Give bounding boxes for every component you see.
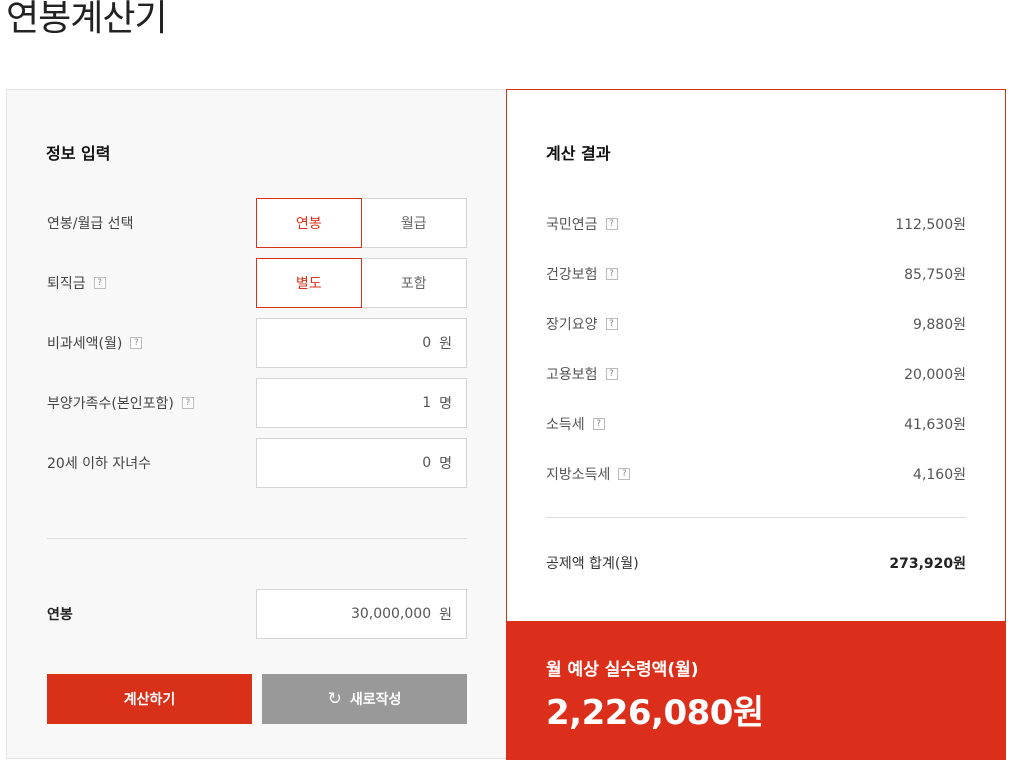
result-row-income-tax: 소득세? 41,630원 bbox=[546, 409, 966, 439]
severance-separate-button[interactable]: 별도 bbox=[256, 258, 362, 308]
deduction-total-amount: 273,920원 bbox=[889, 556, 966, 572]
help-icon[interactable]: ? bbox=[605, 368, 618, 380]
result-section-title: 계산 결과 bbox=[546, 144, 611, 163]
help-icon[interactable]: ? bbox=[592, 418, 605, 430]
dependents-unit: 명 bbox=[439, 396, 452, 412]
nontaxable-value: 0 bbox=[422, 335, 432, 351]
children-value: 0 bbox=[422, 455, 432, 471]
deduction-total-row: 공제액 합계(월) 273,920원 bbox=[546, 548, 966, 578]
annual-salary-unit: 원 bbox=[439, 607, 452, 623]
result-amount: 41,630원 bbox=[904, 417, 966, 433]
annual-salary-input[interactable]: 30,000,000 원 bbox=[256, 589, 467, 639]
dependents-value: 1 bbox=[422, 395, 432, 411]
result-label: 지방소득세 bbox=[546, 467, 611, 483]
result-label: 소득세 bbox=[546, 417, 585, 433]
page-title: 연봉계산기 bbox=[6, 0, 168, 39]
help-icon[interactable]: ? bbox=[605, 268, 618, 280]
help-icon[interactable]: ? bbox=[93, 277, 106, 289]
nontaxable-label: 비과세액(월) ? bbox=[47, 318, 143, 368]
help-icon[interactable]: ? bbox=[618, 468, 631, 480]
dependents-input[interactable]: 1 명 bbox=[256, 378, 467, 428]
result-row-employment: 고용보험? 20,000원 bbox=[546, 359, 966, 389]
children-label: 20세 이하 자녀수 bbox=[47, 456, 151, 472]
nontaxable-unit: 원 bbox=[439, 336, 452, 352]
reset-button-label: 새로작성 bbox=[349, 691, 402, 707]
result-amount: 112,500원 bbox=[895, 217, 966, 233]
refresh-icon: ↻ bbox=[327, 689, 342, 708]
result-row-health: 건강보험? 85,750원 bbox=[546, 259, 966, 289]
annual-salary-label: 연봉 bbox=[47, 607, 73, 623]
result-label: 건강보험 bbox=[546, 267, 598, 283]
result-panel: 계산 결과 국민연금? 112,500원 건강보험? 85,750원 장기요양?… bbox=[506, 89, 1006, 760]
result-amount: 4,160원 bbox=[913, 467, 966, 483]
result-amount: 85,750원 bbox=[904, 267, 966, 283]
result-label: 고용보험 bbox=[546, 367, 598, 383]
result-amount: 20,000원 bbox=[904, 367, 966, 383]
children-unit: 명 bbox=[439, 456, 452, 472]
result-row-local-tax: 지방소득세? 4,160원 bbox=[546, 459, 966, 489]
net-pay-label: 월 예상 실수령액(월) bbox=[546, 660, 699, 680]
help-icon[interactable]: ? bbox=[605, 218, 618, 230]
result-amount: 9,880원 bbox=[913, 317, 966, 333]
severance-included-button[interactable]: 포함 bbox=[361, 258, 467, 308]
net-pay-box: 월 예상 실수령액(월) 2,226,080원 bbox=[506, 621, 1006, 760]
annual-salary-value: 30,000,000 bbox=[350, 606, 432, 622]
input-divider bbox=[47, 538, 467, 539]
salary-type-monthly-button[interactable]: 월급 bbox=[361, 198, 467, 248]
net-pay-amount: 2,226,080원 bbox=[546, 693, 764, 733]
result-row-longterm-care: 장기요양? 9,880원 bbox=[546, 309, 966, 339]
salary-type-label: 연봉/월급 선택 bbox=[47, 216, 134, 232]
result-label: 국민연금 bbox=[546, 217, 598, 233]
result-row-pension: 국민연금? 112,500원 bbox=[546, 209, 966, 239]
salary-type-toggle: 연봉 월급 bbox=[256, 198, 467, 248]
result-label: 장기요양 bbox=[546, 317, 598, 333]
help-icon[interactable]: ? bbox=[605, 318, 618, 330]
severance-label: 퇴직금 ? bbox=[47, 258, 106, 308]
help-icon[interactable]: ? bbox=[181, 397, 194, 409]
calculate-button[interactable]: 계산하기 bbox=[47, 674, 252, 724]
dependents-label: 부양가족수(본인포함) ? bbox=[47, 378, 194, 428]
input-section-title: 정보 입력 bbox=[46, 144, 111, 163]
salary-type-annual-button[interactable]: 연봉 bbox=[256, 198, 362, 248]
help-icon[interactable]: ? bbox=[130, 337, 143, 349]
result-divider bbox=[546, 517, 966, 518]
reset-button[interactable]: ↻ 새로작성 bbox=[262, 674, 467, 724]
children-input[interactable]: 0 명 bbox=[256, 438, 467, 488]
severance-toggle: 별도 포함 bbox=[256, 258, 467, 308]
input-panel: 정보 입력 연봉/월급 선택 연봉 월급 퇴직금 ? 별도 포함 비과세액(월)… bbox=[6, 89, 507, 759]
nontaxable-input[interactable]: 0 원 bbox=[256, 318, 467, 368]
deduction-total-label: 공제액 합계(월) bbox=[546, 556, 639, 572]
